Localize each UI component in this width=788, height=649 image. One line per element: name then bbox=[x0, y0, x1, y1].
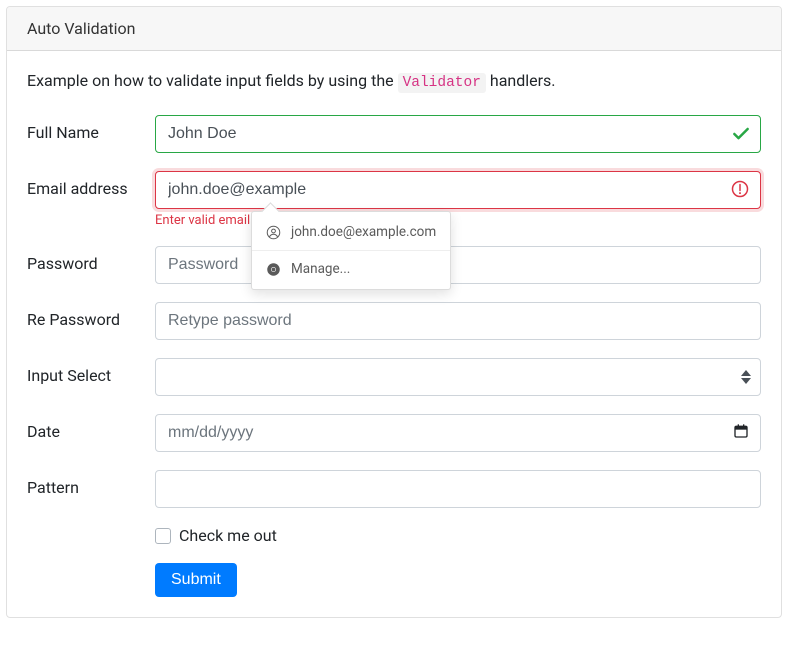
input-fullname[interactable] bbox=[155, 115, 761, 153]
autocomplete-suggestion[interactable]: john.doe@example.com bbox=[252, 216, 450, 248]
field-pattern bbox=[155, 470, 761, 508]
row-repassword: Re Password bbox=[27, 302, 761, 340]
submit-wrap: Submit bbox=[155, 563, 237, 597]
card-title: Auto Validation bbox=[27, 19, 135, 38]
checkbox-label: Check me out bbox=[179, 526, 277, 545]
field-date bbox=[155, 414, 761, 452]
intro-code: Validator bbox=[398, 73, 486, 93]
autocomplete-manage-text: Manage... bbox=[291, 261, 350, 277]
autocomplete-divider bbox=[252, 250, 450, 251]
row-pattern: Pattern bbox=[27, 470, 761, 508]
row-check: Check me out bbox=[27, 526, 761, 545]
input-repassword[interactable] bbox=[155, 302, 761, 340]
row-fullname: Full Name bbox=[27, 115, 761, 153]
card: Auto Validation Example on how to valida… bbox=[6, 6, 782, 618]
intro-suffix: handlers. bbox=[486, 71, 556, 90]
input-email[interactable] bbox=[155, 171, 761, 209]
label-password: Password bbox=[27, 246, 155, 273]
autocomplete-manage[interactable]: Manage... bbox=[252, 253, 450, 285]
intro-prefix: Example on how to validate input fields … bbox=[27, 71, 398, 90]
input-select[interactable] bbox=[155, 358, 761, 396]
input-pattern[interactable] bbox=[155, 470, 761, 508]
field-select bbox=[155, 358, 761, 396]
autocomplete-dropdown: john.doe@example.com Manage... bbox=[251, 211, 451, 290]
label-date: Date bbox=[27, 414, 155, 441]
label-fullname: Full Name bbox=[27, 115, 155, 142]
label-email: Email address bbox=[27, 171, 155, 198]
input-password[interactable] bbox=[155, 246, 761, 284]
label-repassword: Re Password bbox=[27, 302, 155, 329]
row-select: Input Select bbox=[27, 358, 761, 396]
row-submit: Submit bbox=[27, 563, 761, 597]
field-email: Enter valid email! john.doe@example.com bbox=[155, 171, 761, 228]
label-pattern: Pattern bbox=[27, 470, 155, 497]
chrome-icon bbox=[266, 262, 281, 277]
field-password bbox=[155, 246, 761, 284]
submit-button[interactable]: Submit bbox=[155, 563, 237, 597]
user-circle-icon bbox=[266, 225, 281, 240]
checkbox-input[interactable] bbox=[155, 528, 171, 544]
input-date[interactable] bbox=[155, 414, 761, 452]
row-date: Date bbox=[27, 414, 761, 452]
checkmark-icon bbox=[731, 124, 751, 144]
row-email: Email address Enter valid email! john.do… bbox=[27, 171, 761, 228]
card-header: Auto Validation bbox=[7, 7, 781, 51]
field-fullname bbox=[155, 115, 761, 153]
error-message-email: Enter valid email! bbox=[155, 213, 761, 228]
checkbox-wrap[interactable]: Check me out bbox=[155, 526, 277, 545]
label-select: Input Select bbox=[27, 358, 155, 385]
card-body: Example on how to validate input fields … bbox=[7, 51, 781, 617]
field-repassword bbox=[155, 302, 761, 340]
intro-text: Example on how to validate input fields … bbox=[27, 71, 761, 91]
autocomplete-suggestion-text: john.doe@example.com bbox=[291, 224, 436, 240]
error-icon bbox=[731, 180, 751, 200]
